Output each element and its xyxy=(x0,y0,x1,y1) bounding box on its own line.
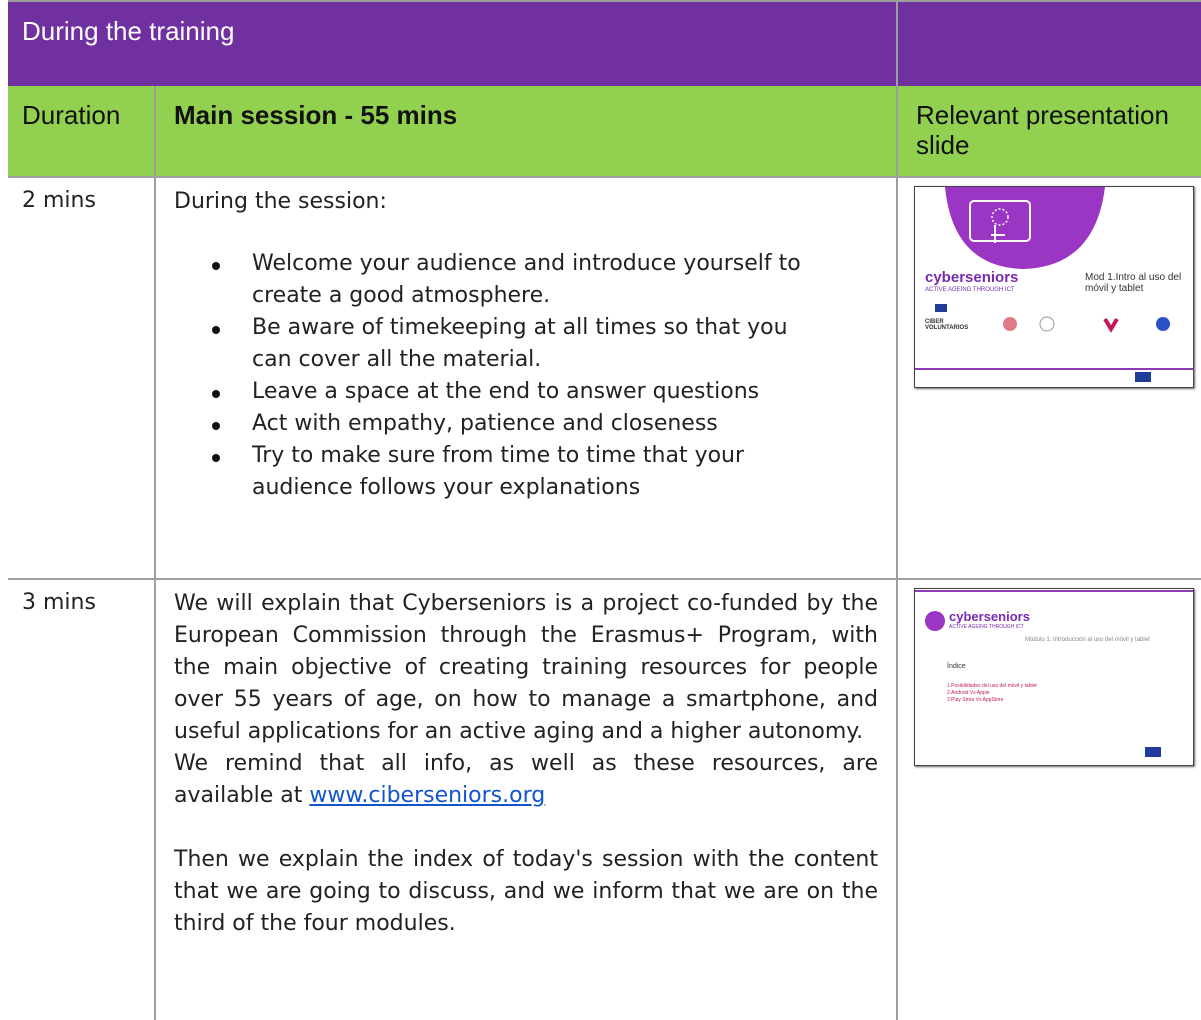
duration-value: 3 mins xyxy=(22,590,96,615)
partner-logo: CIBER VOLUNTARIOS xyxy=(925,319,969,331)
duration-header-cell: Duration xyxy=(8,86,156,176)
bullet-icon xyxy=(212,262,220,270)
website-link[interactable]: www.ciberseniors.org xyxy=(309,783,545,808)
project-description: We will explain that Cyberseniors is a p… xyxy=(174,591,878,744)
list-item: Leave a space at the end to answer quest… xyxy=(156,376,812,408)
table-title: During the training xyxy=(22,16,235,46)
list-item: Welcome your audience and introduce your… xyxy=(156,248,812,312)
header-empty-cell xyxy=(898,2,1201,86)
duration-cell: 2 mins xyxy=(8,178,156,578)
slide-index-list: 1.Posibilidades del uso del móvil y tabl… xyxy=(947,683,1037,703)
content-cell: We will explain that Cyberseniors is a p… xyxy=(156,580,898,1020)
session-intro: During the session: xyxy=(174,189,387,214)
slide-cell: cyberseniors ACTIVE AGEING THROUGH ICT M… xyxy=(898,178,1201,578)
slide-title: Mod 1.Intro al uso del móvil y tablet xyxy=(1085,272,1182,294)
slide-tagline: ACTIVE AGEING THROUGH ICT xyxy=(949,624,1024,630)
list-item: Try to make sure from time to time that … xyxy=(156,440,812,504)
list-item: Act with empathy, patience and closeness xyxy=(156,408,812,440)
slide-index-label: Índice xyxy=(947,663,966,670)
guidance-list: Welcome your audience and introduce your… xyxy=(156,248,896,504)
content-cell: During the session: Welcome your audienc… xyxy=(156,178,898,578)
duration-value: 2 mins xyxy=(22,188,96,213)
main-header-cell: Main session - 55 mins xyxy=(156,86,898,176)
training-table: During the training Duration Main sessio… xyxy=(8,0,1201,1020)
bullet-icon xyxy=(212,390,220,398)
list-item: Be aware of timekeeping at all times so … xyxy=(156,312,812,376)
bullet-icon xyxy=(212,422,220,430)
bullet-icon xyxy=(212,454,220,462)
header-row: During the training xyxy=(8,0,1201,88)
duration-cell: 3 mins xyxy=(8,580,156,1020)
slide-thumbnail: cyberseniors ACTIVE AGEING THROUGH ICT M… xyxy=(914,186,1194,388)
slide-tagline: ACTIVE AGEING THROUGH ICT xyxy=(925,287,1015,293)
bullet-icon xyxy=(212,326,220,334)
main-session-header: Main session - 55 mins xyxy=(174,100,458,130)
slide-header-cell: Relevant presentation slide xyxy=(898,86,1201,176)
slide-thumbnail: cyberseniors ACTIVE AGEING THROUGH ICT M… xyxy=(914,588,1194,766)
slide-header: Relevant presentation slide xyxy=(916,100,1169,160)
table-row: 2 mins During the session: Welcome your … xyxy=(8,178,1201,580)
resources-note: We remind that all info, as well as thes… xyxy=(174,751,878,808)
slide-brand: cyberseniors xyxy=(925,269,1019,286)
slide-brand: cyberseniors xyxy=(949,609,1030,624)
table-row: 3 mins We will explain that Cyberseniors… xyxy=(8,580,1201,1020)
index-explanation: Then we explain the index of today's ses… xyxy=(174,847,878,936)
duration-header: Duration xyxy=(22,100,121,130)
slide-subtitle: Módulo 1. Introducción al uso del móvil … xyxy=(1025,637,1150,643)
slide-cell: cyberseniors ACTIVE AGEING THROUGH ICT M… xyxy=(898,580,1201,1020)
column-header-row: Duration Main session - 55 mins Relevant… xyxy=(8,86,1201,178)
header-cell: During the training xyxy=(8,2,898,86)
